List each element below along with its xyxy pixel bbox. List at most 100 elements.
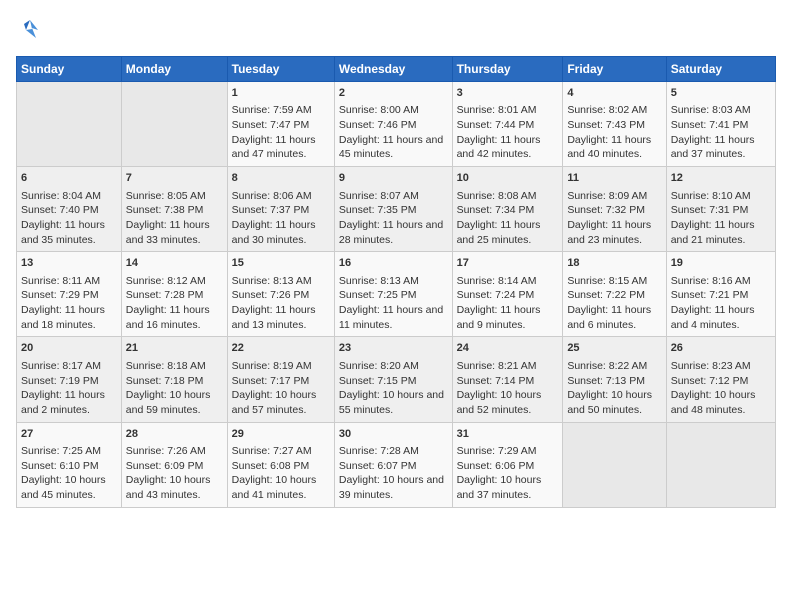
day-info: Daylight: 10 hours and 59 minutes. — [126, 388, 223, 417]
day-info: Daylight: 11 hours and 37 minutes. — [671, 133, 771, 162]
day-info: Sunrise: 8:06 AM — [232, 189, 330, 204]
day-number: 20 — [21, 341, 117, 356]
day-number: 6 — [21, 171, 117, 186]
calendar-cell: 27Sunrise: 7:25 AMSunset: 6:10 PMDayligh… — [17, 422, 122, 507]
calendar-cell: 15 Sunrise: 8:13 AMSunset: 7:26 PMDayligh… — [227, 252, 334, 337]
calendar-cell: 2Sunrise: 8:00 AMSunset: 7:46 PMDaylight… — [334, 82, 452, 167]
calendar-cell: 8 Sunrise: 8:06 AMSunset: 7:37 PMDaylight… — [227, 167, 334, 252]
day-info: Sunset: 7:46 PM — [339, 118, 448, 133]
calendar-cell — [17, 82, 122, 167]
day-info: Sunset: 7:14 PM — [457, 374, 559, 389]
day-info: Sunset: 7:24 PM — [457, 288, 559, 303]
day-info: Sunrise: 8:04 AM — [21, 189, 117, 204]
day-info: Sunset: 7:26 PM — [232, 288, 330, 303]
day-info: Daylight: 11 hours and 33 minutes. — [126, 218, 223, 247]
day-info: Daylight: 11 hours and 11 minutes. — [339, 303, 448, 332]
calendar-cell: 5Sunrise: 8:03 AMSunset: 7:41 PMDaylight… — [666, 82, 775, 167]
week-row-5: 27Sunrise: 7:25 AMSunset: 6:10 PMDayligh… — [17, 422, 776, 507]
day-number: 1 — [232, 86, 330, 101]
day-info: Sunrise: 8:13 AM — [232, 274, 330, 289]
week-row-1: 1Sunrise: 7:59 AMSunset: 7:47 PMDaylight… — [17, 82, 776, 167]
day-info: Sunset: 6:09 PM — [126, 459, 223, 474]
day-number: 11 — [567, 171, 661, 186]
col-header-friday: Friday — [563, 57, 666, 82]
day-info: Sunrise: 8:05 AM — [126, 189, 223, 204]
day-info: Sunrise: 8:08 AM — [457, 189, 559, 204]
day-info: Daylight: 10 hours and 57 minutes. — [232, 388, 330, 417]
day-info: Daylight: 11 hours and 6 minutes. — [567, 303, 661, 332]
day-info: Daylight: 11 hours and 13 minutes. — [232, 303, 330, 332]
day-info: Sunrise: 8:09 AM — [567, 189, 661, 204]
calendar-cell — [563, 422, 666, 507]
calendar-cell: 3Sunrise: 8:01 AMSunset: 7:44 PMDaylight… — [452, 82, 563, 167]
col-header-tuesday: Tuesday — [227, 57, 334, 82]
day-info: Daylight: 11 hours and 25 minutes. — [457, 218, 559, 247]
calendar-cell: 14Sunrise: 8:12 AMSunset: 7:28 PMDayligh… — [121, 252, 227, 337]
day-info: Sunset: 7:22 PM — [567, 288, 661, 303]
day-info: Daylight: 10 hours and 48 minutes. — [671, 388, 771, 417]
calendar-cell: 13Sunrise: 8:11 AMSunset: 7:29 PMDayligh… — [17, 252, 122, 337]
day-info: Daylight: 11 hours and 16 minutes. — [126, 303, 223, 332]
day-info: Sunset: 6:06 PM — [457, 459, 559, 474]
day-info: Daylight: 10 hours and 50 minutes. — [567, 388, 661, 417]
day-info: Sunset: 7:12 PM — [671, 374, 771, 389]
day-info: Sunset: 7:40 PM — [21, 203, 117, 218]
logo-icon — [16, 16, 44, 44]
calendar-cell: 10Sunrise: 8:08 AMSunset: 7:34 PMDayligh… — [452, 167, 563, 252]
day-info: Sunrise: 8:23 AM — [671, 359, 771, 374]
week-row-2: 6 Sunrise: 8:04 AMSunset: 7:40 PM Daylight… — [17, 167, 776, 252]
calendar-cell: 25 Sunrise: 8:22 AMSunset: 7:13 PMDayligh… — [563, 337, 666, 422]
day-info: Sunrise: 8:12 AM — [126, 274, 223, 289]
day-info: Sunrise: 7:25 AM — [21, 444, 117, 459]
day-info: Sunset: 7:29 PM — [21, 288, 117, 303]
day-info: Sunrise: 8:11 AM — [21, 274, 117, 289]
day-info: Daylight: 10 hours and 41 minutes. — [232, 473, 330, 502]
calendar-cell: 16Sunrise: 8:13 AMSunset: 7:25 PMDayligh… — [334, 252, 452, 337]
logo — [16, 16, 48, 44]
day-info: Sunset: 7:19 PM — [21, 374, 117, 389]
day-number: 18 — [567, 256, 661, 271]
day-info: Sunrise: 8:16 AM — [671, 274, 771, 289]
col-header-wednesday: Wednesday — [334, 57, 452, 82]
day-info: Daylight: 11 hours and 23 minutes. — [567, 218, 661, 247]
day-info: Sunset: 7:18 PM — [126, 374, 223, 389]
day-info: Daylight: 10 hours and 52 minutes. — [457, 388, 559, 417]
calendar-cell: 20Sunrise: 8:17 AMSunset: 7:19 PMDayligh… — [17, 337, 122, 422]
calendar-cell: 26 Sunrise: 8:23 AMSunset: 7:12 PMDayligh… — [666, 337, 775, 422]
day-number: 8 — [232, 171, 330, 186]
calendar-cell: 28Sunrise: 7:26 AMSunset: 6:09 PMDayligh… — [121, 422, 227, 507]
day-info: Daylight: 10 hours and 43 minutes. — [126, 473, 223, 502]
day-info: Sunrise: 8:22 AM — [567, 359, 661, 374]
day-number: 3 — [457, 86, 559, 101]
day-info: Sunrise: 8:19 AM — [232, 359, 330, 374]
day-info: Sunrise: 8:13 AM — [339, 274, 448, 289]
day-number: 24 — [457, 341, 559, 356]
day-info: Daylight: 10 hours and 45 minutes. — [21, 473, 117, 502]
day-info: Sunset: 7:44 PM — [457, 118, 559, 133]
day-number: 14 — [126, 256, 223, 271]
calendar-cell: 19Sunrise: 8:16 AMSunset: 7:21 PMDayligh… — [666, 252, 775, 337]
day-info: Sunrise: 8:01 AM — [457, 103, 559, 118]
day-number: 25 — [567, 341, 661, 356]
day-info: Daylight: 11 hours and 45 minutes. — [339, 133, 448, 162]
day-info: Sunrise: 8:00 AM — [339, 103, 448, 118]
day-info: Sunrise: 8:02 AM — [567, 103, 661, 118]
calendar-cell: 31Sunrise: 7:29 AMSunset: 6:06 PMDayligh… — [452, 422, 563, 507]
day-info: Daylight: 11 hours and 47 minutes. — [232, 133, 330, 162]
day-number: 7 — [126, 171, 223, 186]
day-info: Daylight: 11 hours and 9 minutes. — [457, 303, 559, 332]
day-info: Daylight: 11 hours and 30 minutes. — [232, 218, 330, 247]
day-number: 16 — [339, 256, 448, 271]
day-number: 19 — [671, 256, 771, 271]
day-info: Sunrise: 7:28 AM — [339, 444, 448, 459]
day-number: 15 — [232, 256, 330, 271]
day-info: Sunset: 7:37 PM — [232, 203, 330, 218]
day-info: Sunset: 7:31 PM — [671, 203, 771, 218]
day-info: Daylight: 11 hours and 2 minutes. — [21, 388, 117, 417]
day-number: 22 — [232, 341, 330, 356]
calendar-cell: 9Sunrise: 8:07 AMSunset: 7:35 PMDaylight… — [334, 167, 452, 252]
day-info: Sunrise: 8:18 AM — [126, 359, 223, 374]
day-info: Sunrise: 8:07 AM — [339, 189, 448, 204]
day-info: Sunset: 7:13 PM — [567, 374, 661, 389]
day-number: 26 — [671, 341, 771, 356]
